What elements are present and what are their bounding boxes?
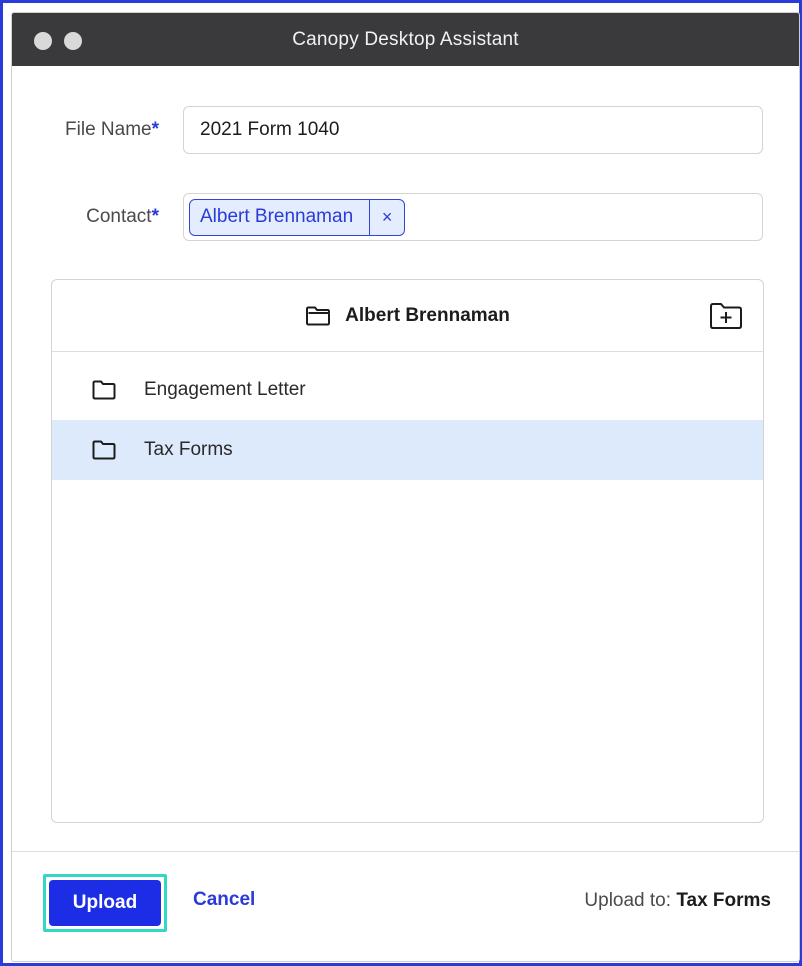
contact-chip-label: Albert Brennaman xyxy=(200,206,354,227)
contact-label-text: Contact xyxy=(86,206,152,227)
contact-row: Contact* Albert Brennaman × xyxy=(12,193,799,241)
app-window: Canopy Desktop Assistant File Name* Cont… xyxy=(11,12,800,962)
folder-icon xyxy=(92,440,116,460)
folder-name: Tax Forms xyxy=(144,439,233,460)
screenshot-frame: Canopy Desktop Assistant File Name* Cont… xyxy=(0,0,802,966)
contact-label: Contact* xyxy=(86,193,159,241)
file-name-input[interactable] xyxy=(184,107,762,153)
upload-button[interactable]: Upload xyxy=(49,880,161,926)
folder-browser: Albert Brennaman Engagement Letter Tax F… xyxy=(51,279,764,823)
window-controls xyxy=(34,32,82,50)
folder-plus-icon[interactable] xyxy=(709,302,743,330)
close-icon[interactable]: × xyxy=(369,200,404,235)
folder-name: Engagement Letter xyxy=(144,379,306,400)
folder-row-tax-forms[interactable]: Tax Forms xyxy=(52,420,763,480)
file-name-label: File Name* xyxy=(65,106,159,154)
folder-browser-header: Albert Brennaman xyxy=(52,280,763,352)
upload-to-prefix: Upload to: xyxy=(584,890,672,911)
file-name-label-text: File Name xyxy=(65,119,152,140)
title-bar[interactable]: Canopy Desktop Assistant xyxy=(12,13,799,66)
contact-field[interactable]: Albert Brennaman × xyxy=(183,193,763,241)
folder-icon xyxy=(92,380,116,400)
minimize-window-button[interactable] xyxy=(64,32,82,50)
folder-row-engagement-letter[interactable]: Engagement Letter xyxy=(52,360,763,420)
required-marker: * xyxy=(151,119,159,140)
upload-focus-ring: Upload xyxy=(43,874,167,932)
file-name-field[interactable] xyxy=(183,106,763,154)
current-folder-name: Albert Brennaman xyxy=(345,304,510,326)
cancel-button[interactable]: Cancel xyxy=(193,889,255,911)
file-name-row: File Name* xyxy=(12,106,799,154)
window-title: Canopy Desktop Assistant xyxy=(292,28,519,50)
upload-destination: Upload to: Tax Forms xyxy=(584,890,771,912)
folder-open-icon xyxy=(306,306,331,325)
close-window-button[interactable] xyxy=(34,32,52,50)
required-marker: * xyxy=(151,206,159,227)
dialog-footer: Upload Cancel Upload to: Tax Forms xyxy=(12,851,799,961)
contact-chip[interactable]: Albert Brennaman × xyxy=(189,199,406,236)
upload-to-target: Tax Forms xyxy=(676,890,771,911)
